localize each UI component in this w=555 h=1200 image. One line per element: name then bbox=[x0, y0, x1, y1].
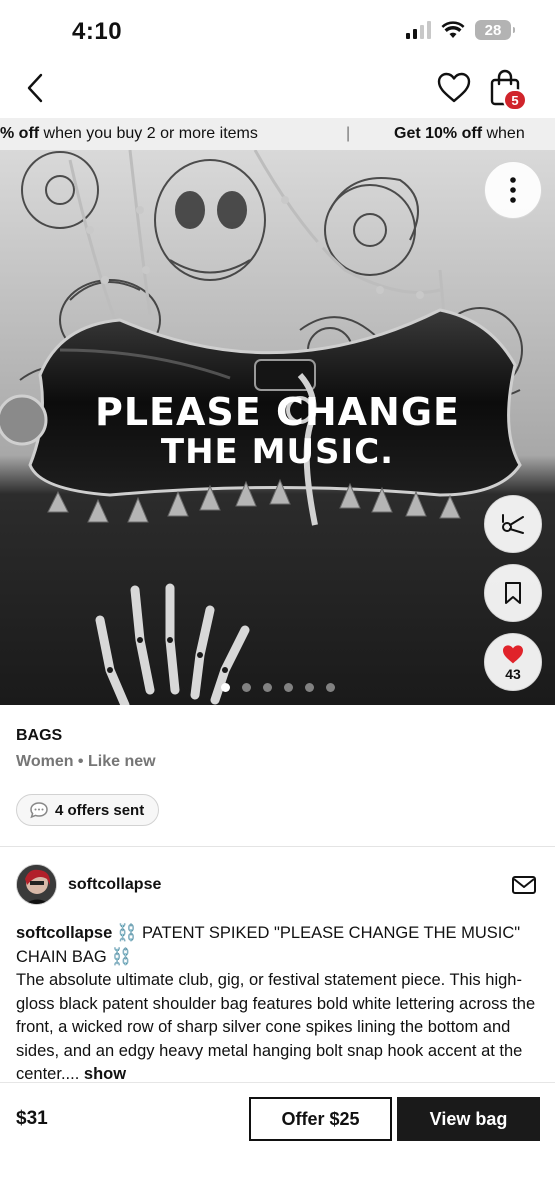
more-vertical-icon bbox=[510, 177, 516, 203]
back-button[interactable] bbox=[18, 68, 52, 108]
mail-icon bbox=[512, 876, 536, 894]
status-bar: 4:10 28 bbox=[0, 0, 555, 58]
cart-count-badge: 5 bbox=[503, 89, 527, 111]
offers-sent-pill[interactable]: 4 offers sent bbox=[16, 794, 160, 826]
battery-level: 28 bbox=[484, 21, 502, 39]
promo-banner[interactable]: % off when you buy 2 or more items | Get… bbox=[0, 118, 555, 150]
listing-description: softcollapse ⛓️ PATENT SPIKED "PLEASE CH… bbox=[16, 922, 541, 1082]
offers-sent-label: 4 offers sent bbox=[55, 801, 145, 819]
nav-bar bbox=[0, 58, 555, 118]
product-image[interactable]: PLEASE CHANGE THE MUSIC. bbox=[0, 150, 555, 705]
crop-button[interactable] bbox=[484, 495, 542, 553]
favorite-button[interactable] bbox=[436, 70, 472, 106]
more-options-button[interactable] bbox=[484, 161, 542, 219]
seller-row[interactable]: softcollapse bbox=[16, 864, 539, 906]
view-bag-button[interactable]: View bag bbox=[397, 1097, 540, 1141]
promo-right-prefix: Get bbox=[394, 125, 426, 142]
wifi-icon bbox=[441, 21, 465, 38]
promo-left-bold: % off bbox=[0, 125, 40, 142]
description-username[interactable]: softcollapse bbox=[16, 924, 112, 942]
message-seller-button[interactable] bbox=[511, 874, 537, 896]
carousel-dot[interactable] bbox=[262, 683, 272, 692]
listing-category[interactable]: BAGS bbox=[16, 727, 62, 745]
heart-filled-icon bbox=[503, 644, 523, 663]
promo-left: % off when you buy 2 or more items bbox=[0, 118, 258, 150]
promo-right: Get 10% off when bbox=[394, 118, 525, 150]
bag-text-line2: THE MUSIC. bbox=[160, 432, 395, 472]
image-carousel-dots[interactable] bbox=[0, 683, 555, 692]
bookmark-icon bbox=[505, 582, 521, 604]
cellular-signal-icon bbox=[406, 21, 431, 39]
scissors-icon bbox=[502, 514, 524, 534]
listing-price: $31 bbox=[16, 1108, 48, 1129]
avatar[interactable] bbox=[16, 864, 57, 905]
bag-text-line1: PLEASE CHANGE bbox=[94, 390, 461, 434]
listing-meta: Women • Like new bbox=[16, 753, 156, 770]
carousel-dot[interactable] bbox=[325, 683, 335, 692]
heart-outline-icon bbox=[437, 72, 471, 103]
bookmark-button[interactable] bbox=[484, 564, 542, 622]
promo-right-bold: 10% off bbox=[425, 125, 483, 142]
status-icons: 28 bbox=[406, 20, 515, 40]
battery-icon: 28 bbox=[475, 20, 515, 40]
carousel-dot[interactable] bbox=[241, 683, 251, 692]
promo-left-text: when you buy 2 or more items bbox=[39, 125, 258, 142]
chat-bubble-icon bbox=[30, 802, 48, 819]
avatar-image bbox=[17, 865, 56, 904]
status-time: 4:10 bbox=[72, 18, 123, 45]
promo-separator: | bbox=[346, 125, 351, 142]
carousel-dot[interactable] bbox=[220, 683, 230, 692]
seller-username[interactable]: softcollapse bbox=[68, 876, 161, 894]
section-divider bbox=[0, 846, 555, 847]
show-more-link[interactable]: show bbox=[84, 1065, 126, 1082]
carousel-dot[interactable] bbox=[283, 683, 293, 692]
chevron-left-icon bbox=[27, 73, 43, 103]
carousel-dot[interactable] bbox=[304, 683, 314, 692]
like-count: 43 bbox=[505, 665, 521, 682]
make-offer-button[interactable]: Offer $25 bbox=[249, 1097, 392, 1141]
promo-right-text: when bbox=[482, 125, 525, 142]
bottom-action-bar: $31 Offer $25 View bag bbox=[0, 1082, 555, 1200]
